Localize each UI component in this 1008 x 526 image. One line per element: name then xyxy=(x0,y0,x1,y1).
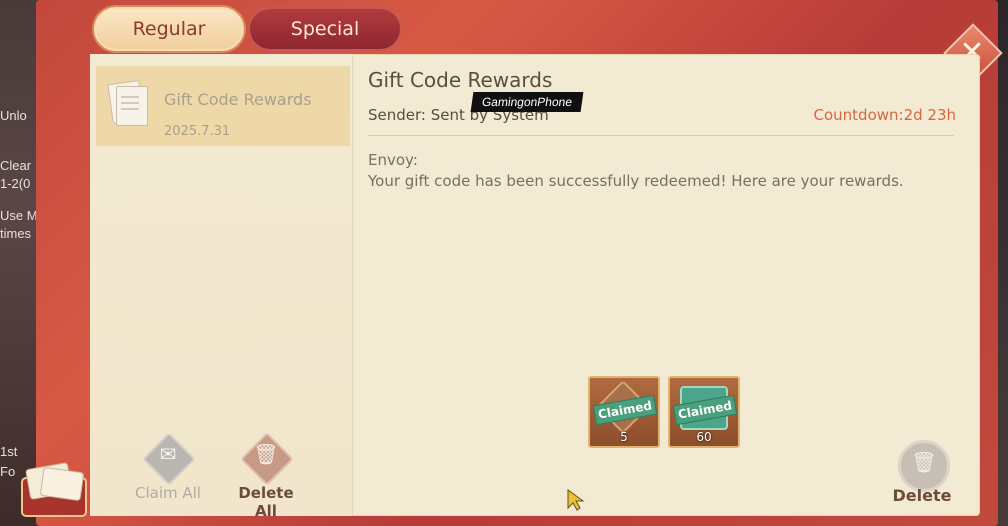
detail-title: Gift Code Rewards xyxy=(368,68,553,92)
bg-text-fragment: times xyxy=(0,226,32,241)
delete-label: Delete xyxy=(892,486,952,505)
detail-countdown: Countdown:2d 23h xyxy=(813,106,957,124)
detail-body: Envoy: Your gift code has been successfu… xyxy=(368,150,904,192)
reward-item[interactable]: Claimed 60 xyxy=(668,376,740,448)
reward-count: 5 xyxy=(620,430,628,444)
letter-icon xyxy=(107,79,148,126)
mail-item-title: Gift Code Rewards xyxy=(164,90,312,109)
mail-detail: Gift Code Rewards Sender: Sent by System… xyxy=(352,54,980,516)
claim-all-button[interactable]: ✉ Claim All xyxy=(128,432,208,504)
treasure-chest-icon[interactable] xyxy=(16,460,92,520)
tab-regular-label: Regular xyxy=(132,18,206,40)
mail-panel: Gift Code Rewards 2025.7.31 ✉ Claim All … xyxy=(90,54,980,520)
background-scene-left: Unlo Clear 1-2(0 Use M times 1st Fo xyxy=(0,0,40,526)
bg-text-fragment: 1-2(0 xyxy=(0,176,31,191)
trash-icon: 🗑 xyxy=(253,442,279,466)
claim-all-label: Claim All xyxy=(135,484,201,502)
delete-button[interactable]: 🗑 Delete xyxy=(882,438,962,508)
mail-list: Gift Code Rewards 2025.7.31 ✉ Claim All … xyxy=(90,54,353,520)
detail-message: Your gift code has been successfully red… xyxy=(368,172,904,190)
tab-regular[interactable]: Regular xyxy=(94,7,244,51)
tab-special-label: Special xyxy=(290,18,360,40)
tab-special[interactable]: Special xyxy=(248,7,402,51)
watermark: GamingonPhone xyxy=(470,92,584,112)
bg-text-fragment: Use M xyxy=(0,208,38,223)
bg-text-fragment: Clear xyxy=(0,158,32,173)
mail-list-item[interactable]: Gift Code Rewards 2025.7.31 xyxy=(96,66,350,146)
delete-all-label: Delete All xyxy=(238,484,294,520)
reward-count: 60 xyxy=(696,430,712,444)
bg-text-fragment: Unlo xyxy=(0,108,27,123)
delete-all-button[interactable]: 🗑 Delete All xyxy=(226,432,306,520)
mail-item-date: 2025.7.31 xyxy=(164,124,231,139)
detail-greeting: Envoy: xyxy=(368,151,418,169)
bg-text-fragment: 1st xyxy=(0,444,18,459)
bg-text-fragment: Fo xyxy=(0,464,16,479)
detail-divider xyxy=(368,135,954,136)
mouse-cursor-icon xyxy=(567,489,585,511)
envelope-icon: ✉ xyxy=(159,442,177,466)
trash-icon: 🗑 xyxy=(911,450,937,474)
reward-item[interactable]: Claimed 5 xyxy=(588,376,660,448)
